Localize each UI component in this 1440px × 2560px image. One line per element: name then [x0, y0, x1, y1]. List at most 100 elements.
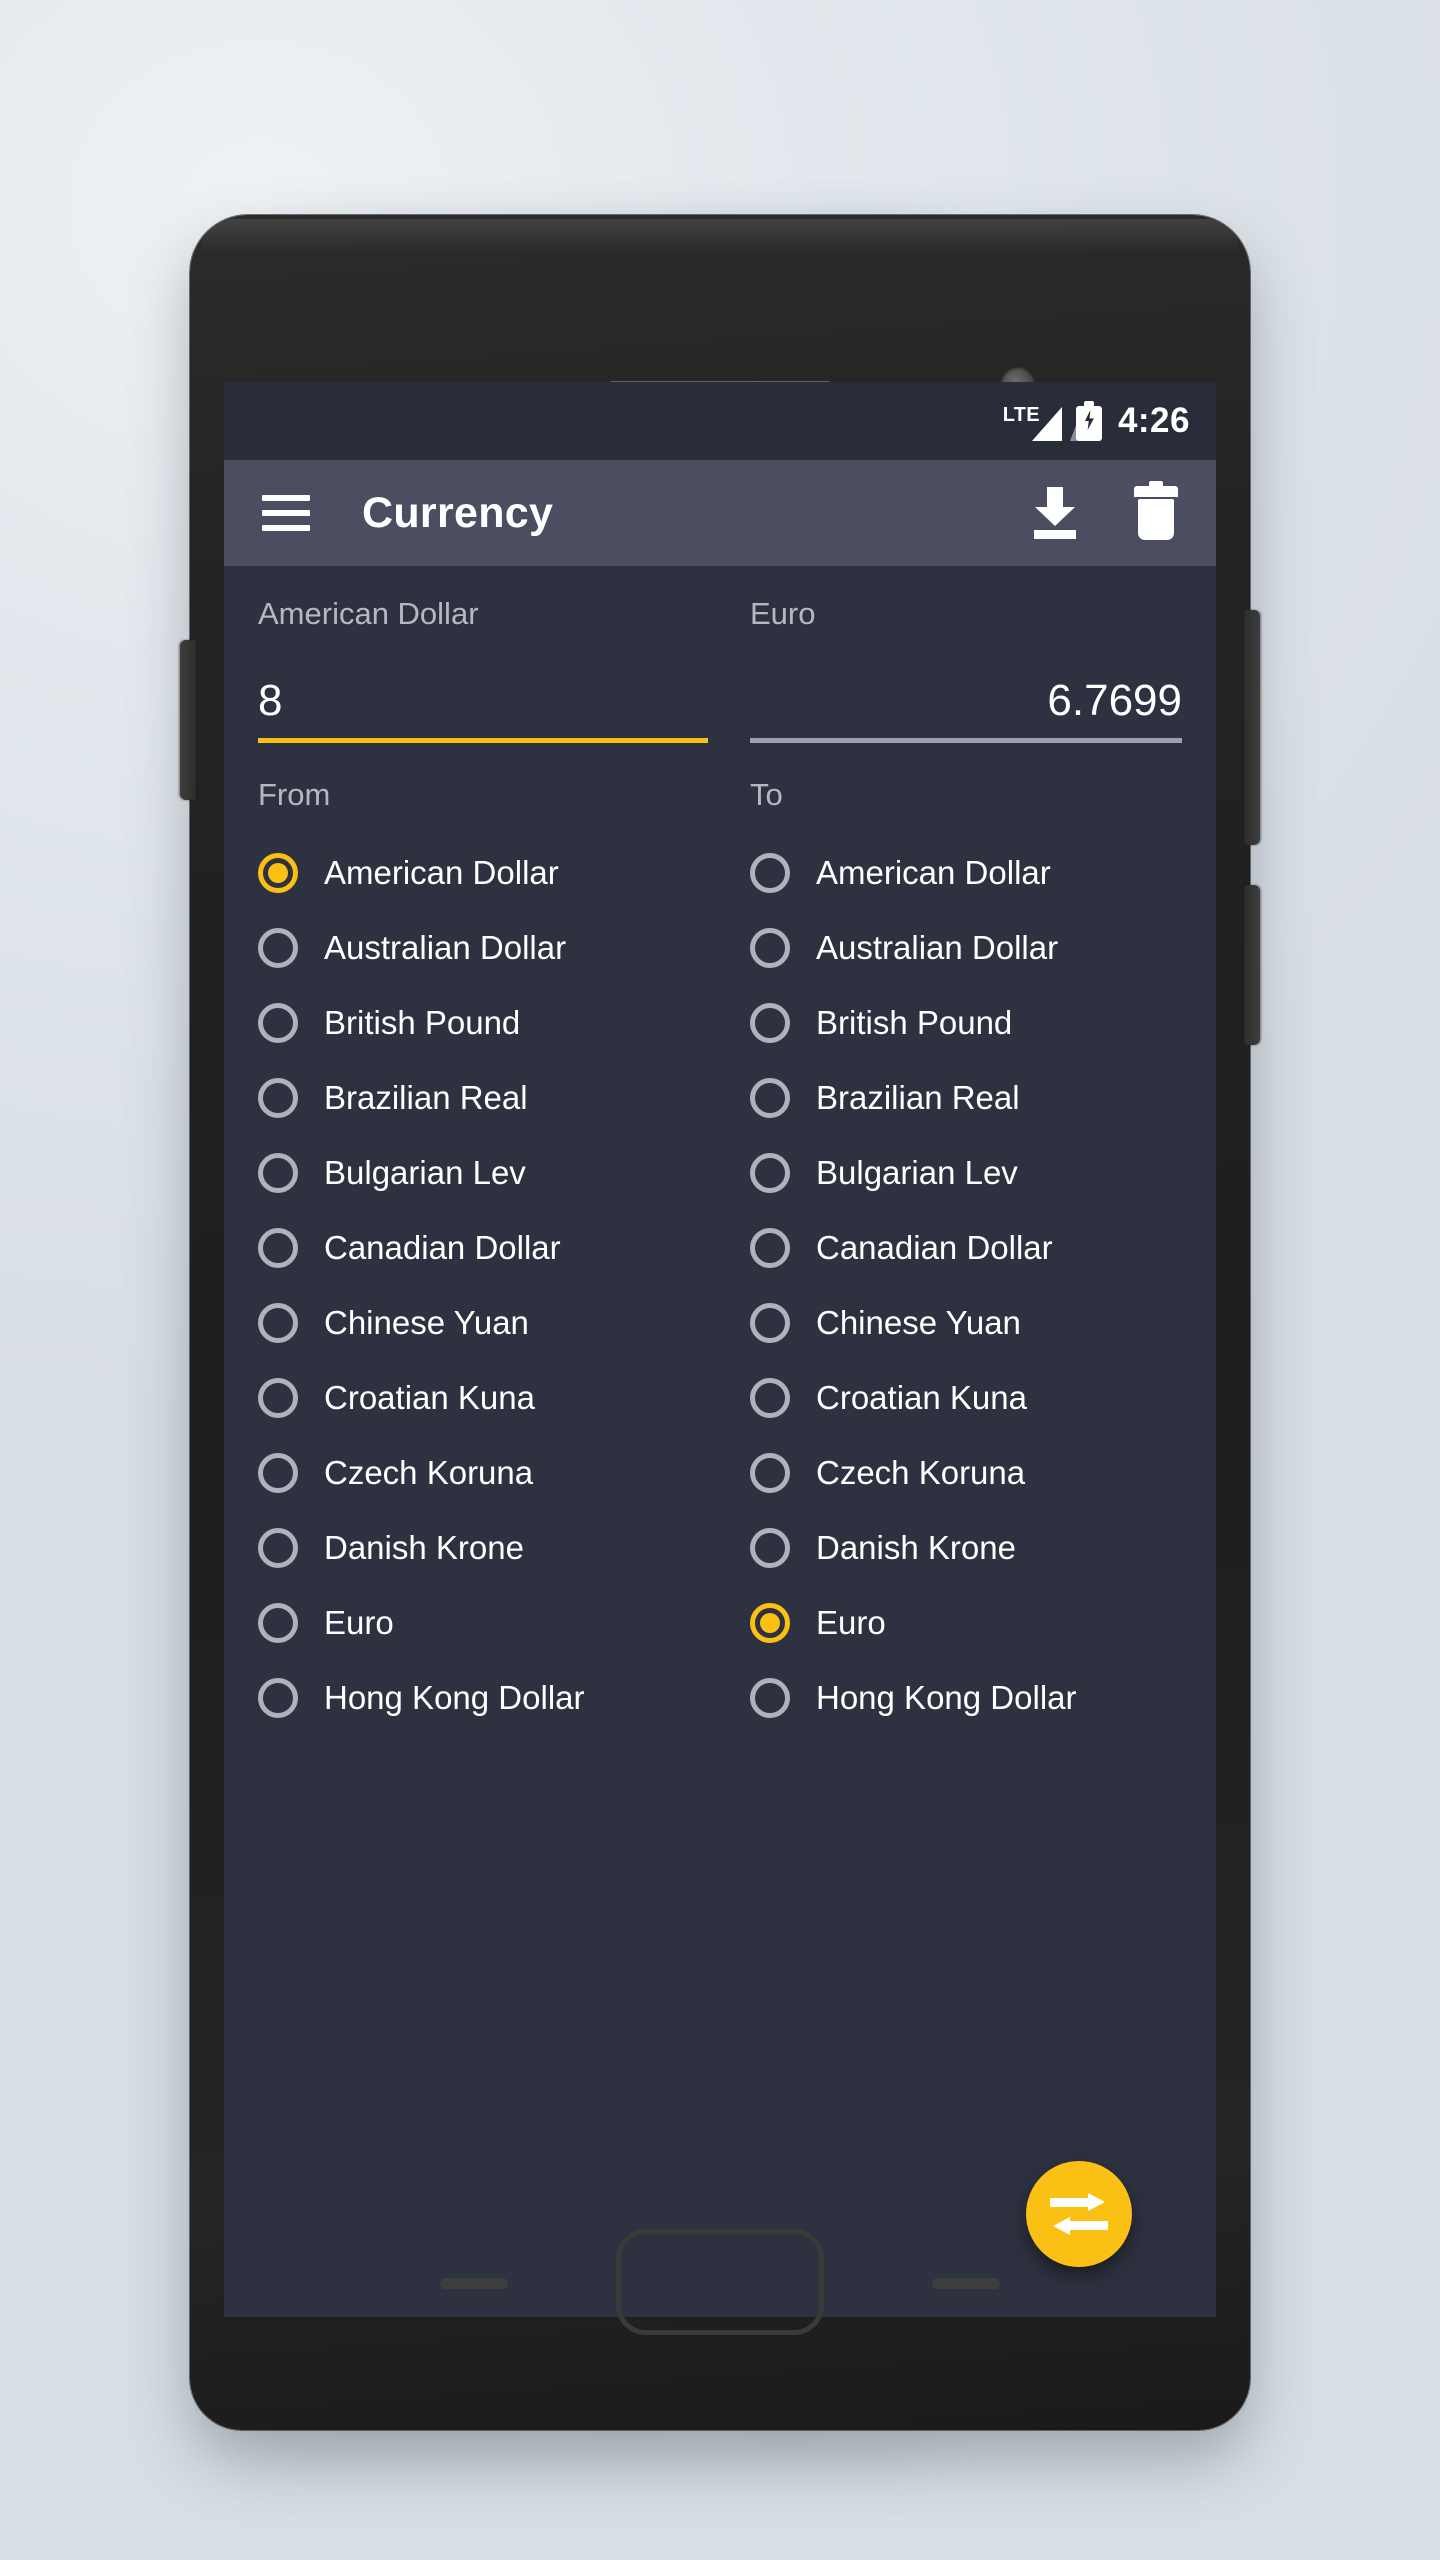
radio-unselected-icon[interactable] — [258, 927, 298, 968]
radio-unselected-icon[interactable] — [258, 1302, 298, 1343]
currency-option-label: Czech Koruna — [816, 1453, 1026, 1491]
currency-option-row[interactable]: American Dollar — [258, 835, 720, 910]
currency-option-label: Danish Krone — [816, 1528, 1016, 1566]
battery-charging-icon — [1075, 401, 1102, 441]
swap-currencies-fab[interactable] — [1026, 2161, 1132, 2267]
currency-option-row[interactable]: British Pound — [750, 985, 1182, 1060]
currency-option-row[interactable]: Hong Kong Dollar — [750, 1660, 1182, 1735]
hamburger-menu-icon[interactable] — [262, 495, 310, 531]
radio-unselected-icon[interactable] — [258, 1227, 298, 1268]
currency-option-label: Euro — [816, 1603, 886, 1641]
page-title: Currency — [362, 488, 554, 537]
currency-option-row[interactable]: Chinese Yuan — [258, 1285, 720, 1360]
radio-unselected-icon[interactable] — [258, 1152, 298, 1193]
radio-unselected-icon[interactable] — [750, 1302, 790, 1343]
currency-option-label: Brazilian Real — [816, 1078, 1020, 1116]
currency-option-row[interactable]: Danish Krone — [258, 1510, 720, 1585]
power-button[interactable] — [180, 640, 196, 800]
signal-bars-icon: LTE — [1003, 401, 1080, 441]
home-button[interactable] — [616, 2229, 824, 2335]
currency-option-row[interactable]: Czech Koruna — [258, 1435, 720, 1510]
converter-fields: American Dollar 8 Euro 6.7699 — [224, 566, 1216, 743]
radio-unselected-icon[interactable] — [258, 1602, 298, 1643]
currency-option-row[interactable]: Hong Kong Dollar — [258, 1660, 720, 1735]
radio-unselected-icon[interactable] — [750, 1227, 790, 1268]
currency-option-label: Hong Kong Dollar — [816, 1678, 1077, 1716]
volume-up-button[interactable] — [1244, 610, 1260, 845]
phone-screen: LTE 4:26 Currency American Dollar 8 Euro… — [224, 382, 1216, 2317]
to-amount-input[interactable]: 6.7699 — [750, 674, 1182, 743]
to-section-label: To — [750, 777, 783, 812]
from-amount-input[interactable]: 8 — [258, 674, 708, 743]
from-currency-name: American Dollar — [258, 596, 479, 631]
currency-option-row[interactable]: Bulgarian Lev — [750, 1135, 1182, 1210]
currency-option-label: Bulgarian Lev — [324, 1153, 526, 1191]
radio-unselected-icon[interactable] — [258, 1452, 298, 1493]
currency-option-label: Danish Krone — [324, 1528, 524, 1566]
to-currency-list: American Dollar Australian Dollar British … — [720, 835, 1182, 1735]
currency-option-label: Bulgarian Lev — [816, 1153, 1018, 1191]
currency-option-row[interactable]: Danish Krone — [750, 1510, 1182, 1585]
currency-option-label: American Dollar — [324, 853, 559, 891]
from-amount-value: 8 — [258, 676, 283, 725]
currency-option-label: Australian Dollar — [324, 928, 567, 966]
radio-unselected-icon[interactable] — [750, 1077, 790, 1118]
currency-option-row[interactable]: American Dollar — [750, 835, 1182, 910]
currency-option-label: Australian Dollar — [816, 928, 1059, 966]
from-section-label: From — [258, 777, 331, 812]
currency-option-label: British Pound — [816, 1003, 1013, 1041]
clock-label: 4:26 — [1117, 401, 1190, 440]
radio-selected-icon[interactable] — [750, 1602, 790, 1643]
currency-option-row[interactable]: Brazilian Real — [258, 1060, 720, 1135]
currency-option-row[interactable]: Croatian Kuna — [750, 1360, 1182, 1435]
radio-unselected-icon[interactable] — [750, 852, 790, 893]
status-bar: LTE 4:26 — [224, 382, 1216, 460]
currency-option-label: Croatian Kuna — [324, 1378, 535, 1416]
radio-selected-icon[interactable] — [258, 852, 298, 893]
radio-unselected-icon[interactable] — [258, 1377, 298, 1418]
currency-option-label: Canadian Dollar — [816, 1228, 1053, 1266]
currency-option-label: Chinese Yuan — [324, 1303, 529, 1341]
currency-option-label: British Pound — [324, 1003, 521, 1041]
radio-unselected-icon[interactable] — [258, 1677, 298, 1718]
currency-option-label: Euro — [324, 1603, 394, 1641]
currency-option-row[interactable]: Bulgarian Lev — [258, 1135, 720, 1210]
download-icon[interactable] — [1032, 487, 1078, 539]
currency-option-row[interactable]: British Pound — [258, 985, 720, 1060]
to-amount-value: 6.7699 — [1047, 676, 1182, 725]
currency-option-row[interactable]: Chinese Yuan — [750, 1285, 1182, 1360]
radio-unselected-icon[interactable] — [750, 1377, 790, 1418]
to-amount-group: Euro 6.7699 — [720, 596, 1182, 743]
radio-unselected-icon[interactable] — [750, 1152, 790, 1193]
radio-unselected-icon[interactable] — [750, 927, 790, 968]
from-currency-list: American Dollar Australian Dollar British … — [258, 835, 720, 1735]
currency-option-row[interactable]: Euro — [750, 1585, 1182, 1660]
back-button[interactable] — [440, 2278, 508, 2289]
radio-unselected-icon[interactable] — [258, 1527, 298, 1568]
currency-option-row[interactable]: Canadian Dollar — [750, 1210, 1182, 1285]
currency-option-row[interactable]: Canadian Dollar — [258, 1210, 720, 1285]
to-currency-name: Euro — [750, 596, 816, 631]
phone-device-frame: LTE 4:26 Currency American Dollar 8 Euro… — [180, 215, 1260, 2430]
radio-unselected-icon[interactable] — [750, 1002, 790, 1043]
main-content: American Dollar 8 Euro 6.7699 From To Am… — [224, 566, 1216, 1735]
currency-option-row[interactable]: Australian Dollar — [750, 910, 1182, 985]
radio-unselected-icon[interactable] — [750, 1677, 790, 1718]
currency-option-row[interactable]: Czech Koruna — [750, 1435, 1182, 1510]
recents-button[interactable] — [932, 2278, 1000, 2289]
currency-option-row[interactable]: Croatian Kuna — [258, 1360, 720, 1435]
radio-unselected-icon[interactable] — [750, 1452, 790, 1493]
currency-option-label: Hong Kong Dollar — [324, 1678, 585, 1716]
currency-option-row[interactable]: Australian Dollar — [258, 910, 720, 985]
currency-option-label: Chinese Yuan — [816, 1303, 1021, 1341]
currency-option-row[interactable]: Brazilian Real — [750, 1060, 1182, 1135]
radio-unselected-icon[interactable] — [258, 1077, 298, 1118]
radio-unselected-icon[interactable] — [258, 1002, 298, 1043]
radio-unselected-icon[interactable] — [750, 1527, 790, 1568]
section-headers: From To — [224, 743, 1216, 813]
currency-option-row[interactable]: Euro — [258, 1585, 720, 1660]
trash-icon[interactable] — [1134, 481, 1178, 540]
from-amount-group: American Dollar 8 — [258, 596, 720, 743]
currency-lists: American Dollar Australian Dollar British … — [224, 813, 1216, 1735]
volume-down-button[interactable] — [1244, 885, 1260, 1045]
